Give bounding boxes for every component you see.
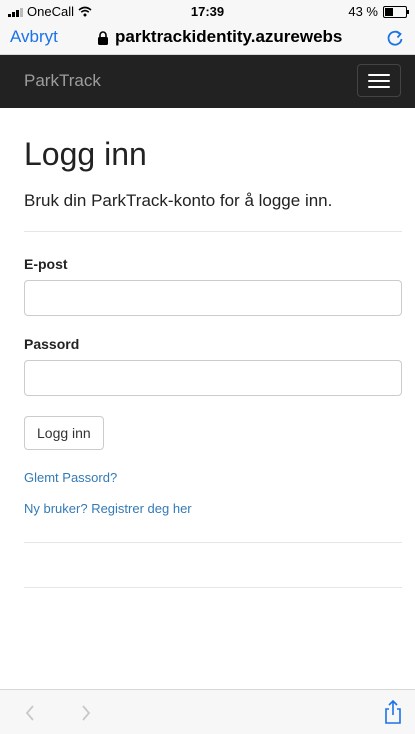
login-content: Logg inn Bruk din ParkTrack-konto for å … — [24, 108, 402, 588]
browser-toolbar — [0, 689, 415, 734]
share-icon[interactable] — [383, 699, 403, 725]
divider — [24, 542, 402, 543]
page-subtitle: Bruk din ParkTrack-konto for å logge inn… — [24, 191, 333, 210]
register-link[interactable]: Ny bruker? Registrer deg her — [24, 501, 402, 516]
hamburger-icon — [368, 74, 390, 76]
chevron-left-icon[interactable] — [24, 704, 36, 722]
forgot-password-link[interactable]: Glemt Passord? — [24, 470, 402, 485]
password-label: Passord — [24, 336, 80, 352]
cancel-button[interactable]: Avbryt — [10, 27, 58, 47]
menu-toggle-button[interactable] — [357, 64, 401, 97]
site-navbar: ParkTrack — [0, 55, 415, 108]
browser-url-bar: Avbryt parktrackidentity.azurewebs — [0, 22, 415, 55]
password-field[interactable] — [24, 360, 402, 396]
page-title: Logg inn — [24, 136, 147, 172]
email-label: E-post — [24, 256, 68, 272]
brand-link[interactable]: ParkTrack — [24, 71, 101, 91]
chevron-right-icon[interactable] — [80, 704, 92, 722]
battery-percentage: 43 % — [348, 4, 378, 19]
lock-icon — [98, 31, 108, 45]
email-field[interactable] — [24, 280, 402, 316]
footer-divider — [24, 587, 402, 588]
login-button[interactable]: Logg inn — [24, 416, 104, 450]
hamburger-icon — [368, 86, 390, 88]
status-bar: OneCall 17:39 43 % — [0, 0, 415, 22]
reload-icon[interactable] — [385, 28, 405, 48]
hamburger-icon — [368, 80, 390, 82]
divider — [24, 231, 402, 232]
battery-icon — [383, 5, 409, 18]
url-text[interactable]: parktrackidentity.azurewebs — [115, 27, 375, 47]
status-right: 43 % — [348, 4, 409, 19]
